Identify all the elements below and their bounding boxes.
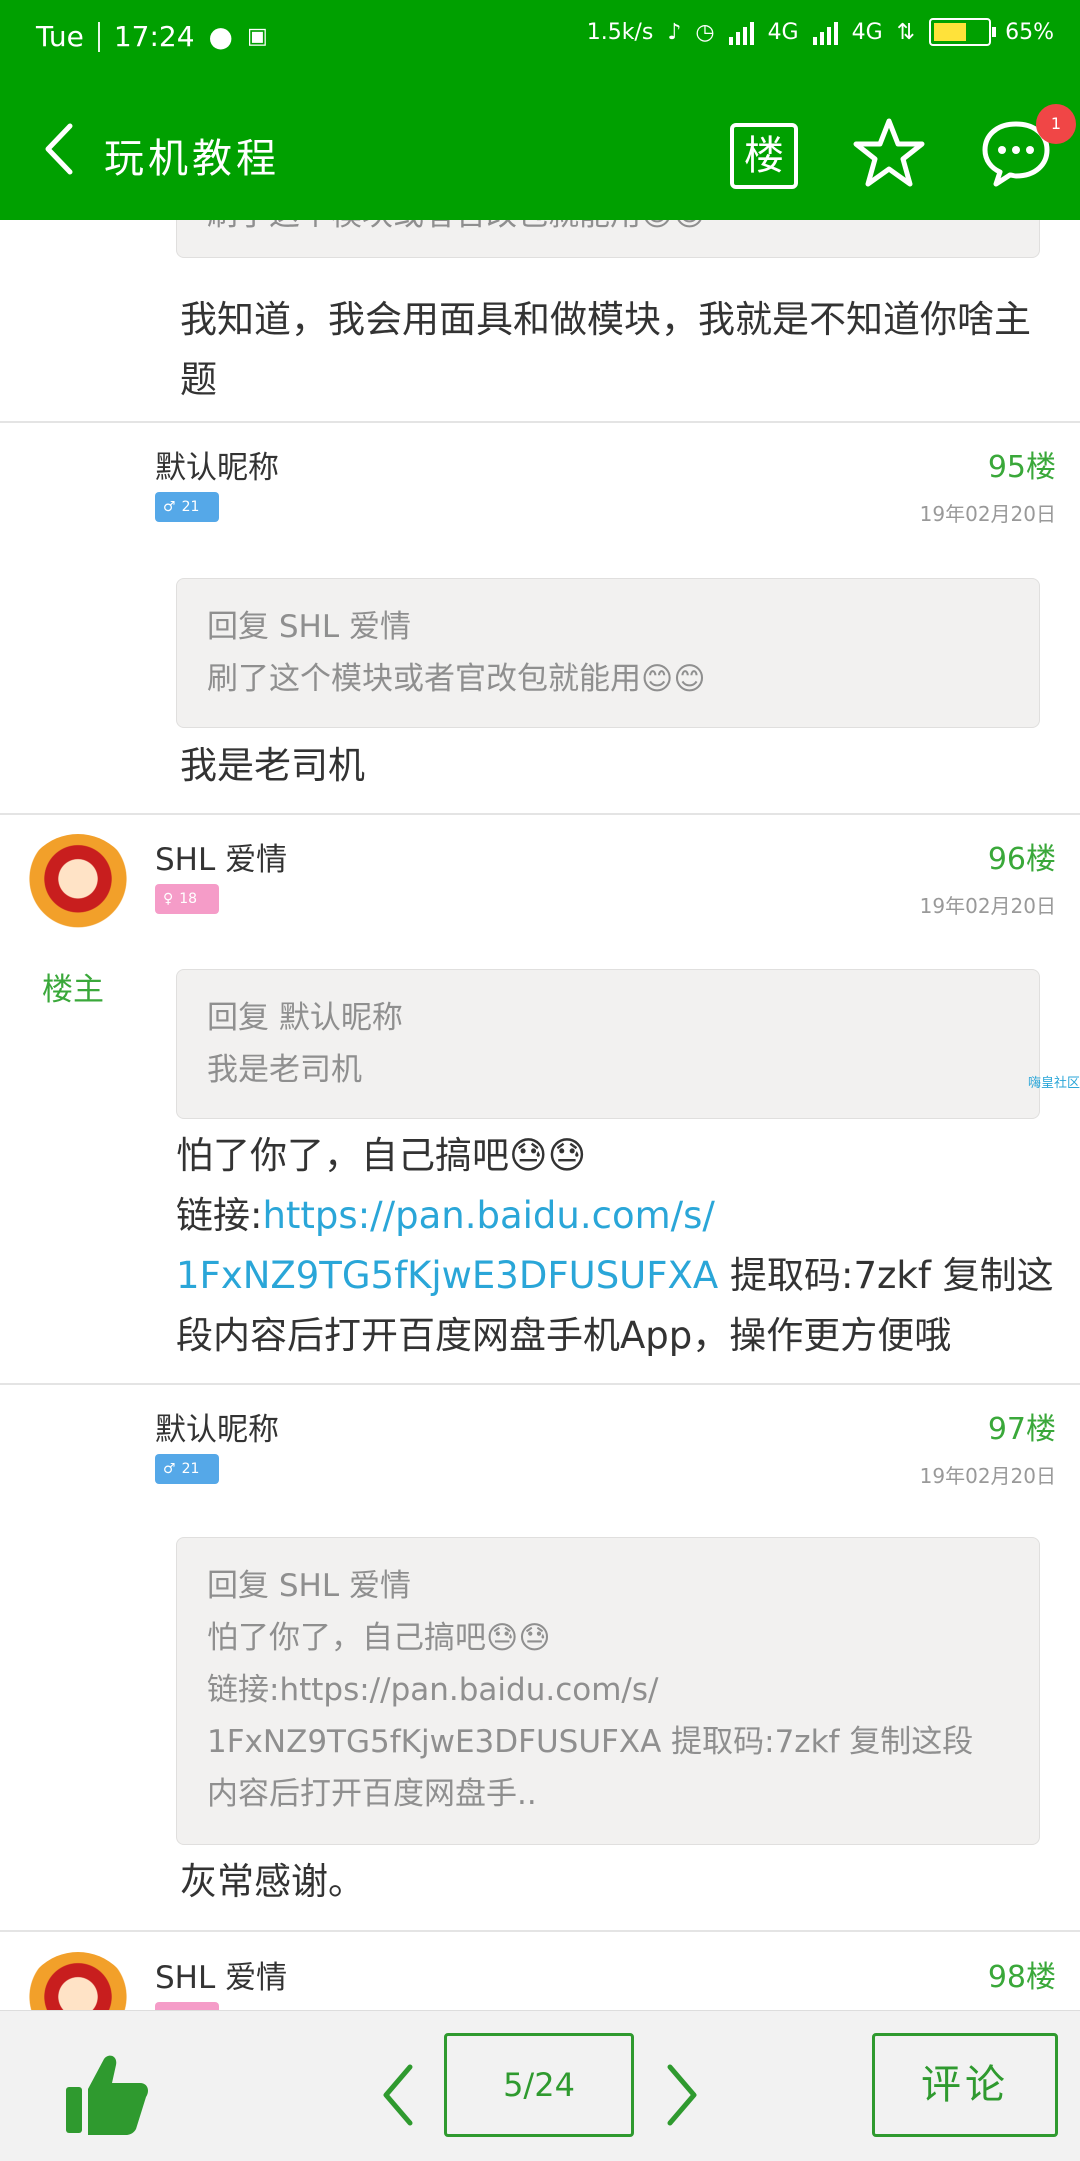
reply-text: 灰常感谢。 bbox=[180, 1860, 365, 1903]
status-day: Tue bbox=[36, 20, 84, 53]
page-title: 玩机教程 bbox=[104, 136, 280, 182]
status-time: 17:24 bbox=[113, 20, 195, 53]
floor-number: 96楼 bbox=[987, 842, 1056, 877]
quote-line: 怕了你了，自己搞吧😓😓 bbox=[207, 1620, 551, 1656]
username[interactable]: 默认昵称 bbox=[155, 442, 279, 487]
quote-line: 回复 默认昵称 bbox=[207, 1000, 403, 1036]
signal-icon-2 bbox=[812, 19, 838, 45]
post-date: 19年02月20日 bbox=[919, 502, 1056, 526]
notification-bubble-icon: ● bbox=[208, 20, 233, 53]
quote-box: 回复 SHL 爱情 怕了你了，自己搞吧😓😓 链接:https://pan.bai… bbox=[176, 1537, 1040, 1845]
status-bar: Tue 17:24 ● ▣ 1.5k/s ♪ ◷ 4G 4G ⇅ 65% bbox=[0, 0, 1080, 76]
floor-number: 95楼 bbox=[987, 450, 1056, 485]
age: 18 bbox=[179, 891, 198, 907]
floor-number: 97楼 bbox=[987, 1412, 1056, 1447]
floor-number: 98楼 bbox=[987, 1960, 1056, 1995]
floor-jump-button[interactable]: 楼 bbox=[730, 123, 798, 189]
reply-line: 怕了你了，自己搞吧😓😓 bbox=[176, 1134, 587, 1177]
side-tag[interactable]: 嗨皇社区 bbox=[1028, 1072, 1080, 1091]
baidu-link-cont[interactable]: 1FxNZ9TG5fKjwE3DFUSUFXA bbox=[176, 1254, 718, 1297]
post-divider bbox=[0, 1930, 1080, 1932]
username[interactable]: SHL 爱情 bbox=[155, 834, 287, 879]
favorite-button[interactable] bbox=[852, 116, 926, 190]
page-indicator[interactable]: 5/24 bbox=[444, 2033, 634, 2137]
username[interactable]: 默认昵称 bbox=[155, 1404, 279, 1449]
baidu-link[interactable]: https://pan.baidu.com/s/ bbox=[262, 1194, 714, 1237]
next-page-button[interactable] bbox=[662, 2063, 702, 2127]
music-icon: ♪ bbox=[667, 19, 682, 45]
username[interactable]: SHL 爱情 bbox=[155, 1952, 287, 1997]
reply-line: 1FxNZ9TG5fKjwE3DFUSUFXA 提取码:7zkf 复制这段内容后… bbox=[176, 1246, 1056, 1366]
quote-box: 回复 默认昵称 我是老司机 bbox=[176, 969, 1040, 1119]
comment-button[interactable]: 评论 bbox=[872, 2033, 1058, 2137]
male-icon: ♂ bbox=[163, 499, 176, 515]
net-speed: 1.5k/s bbox=[586, 19, 654, 45]
status-left: Tue 17:24 ● ▣ bbox=[36, 20, 268, 53]
bottom-toolbar: 5/24 评论 bbox=[0, 2010, 1080, 2161]
reply-text: 我是老司机 bbox=[180, 744, 365, 787]
status-separator bbox=[97, 21, 100, 52]
avatar[interactable] bbox=[22, 1952, 134, 2010]
reply-line: 链接:https://pan.baidu.com/s/ bbox=[176, 1186, 1056, 1246]
quote-line: 刷了这个模块或者官改包就能用😊😊 bbox=[207, 661, 706, 697]
age: 21 bbox=[181, 1461, 200, 1477]
quote-line: 回复 SHL 爱情 bbox=[207, 609, 411, 645]
battery-fill bbox=[934, 23, 966, 41]
back-button[interactable] bbox=[40, 122, 80, 176]
reply-text: 我知道，我会用面具和做模块，我就是不知道你啥主题 bbox=[180, 298, 1031, 401]
thumbs-up-icon bbox=[66, 2055, 148, 2135]
quote-line: 链接:https://pan.baidu.com/s/ bbox=[207, 1672, 659, 1708]
sim1-network: 4G bbox=[767, 19, 799, 45]
quote-line: 刷了这个模块或者官改包就能用😊😊 bbox=[207, 220, 1009, 241]
back-arrow-icon bbox=[45, 123, 73, 175]
host-label: 楼主 bbox=[42, 972, 104, 1008]
link-prefix: 链接: bbox=[176, 1194, 263, 1237]
post-divider bbox=[0, 1383, 1080, 1385]
quote-line: 内容后打开百度网盘手.. bbox=[207, 1776, 537, 1812]
like-button[interactable] bbox=[64, 2051, 150, 2137]
chevron-left-icon bbox=[383, 2064, 413, 2126]
post-list[interactable]: 刷了这个模块或者官改包就能用😊😊 我知道，我会用面具和做模块，我就是不知道你啥主… bbox=[0, 220, 1080, 2010]
sim2-network: 4G bbox=[851, 19, 883, 45]
avatar[interactable] bbox=[22, 834, 134, 946]
chevron-right-icon bbox=[667, 2064, 697, 2126]
reply-text: 怕了你了，自己搞吧😓😓 链接:https://pan.baidu.com/s/ … bbox=[176, 1126, 1056, 1366]
status-right: 1.5k/s ♪ ◷ 4G 4G ⇅ 65% bbox=[587, 18, 1054, 46]
post-date: 19年02月20日 bbox=[919, 1464, 1056, 1488]
age: 21 bbox=[181, 499, 200, 515]
notification-app-icon: ▣ bbox=[246, 24, 268, 49]
post-divider bbox=[0, 421, 1080, 423]
app-bar: 玩机教程 楼 1 bbox=[0, 76, 1080, 220]
prev-page-button[interactable] bbox=[378, 2063, 418, 2127]
male-icon: ♂ bbox=[163, 1461, 176, 1477]
female-icon: ♀ bbox=[163, 891, 174, 907]
data-arrows-icon: ⇅ bbox=[896, 19, 916, 45]
quote-box: 刷了这个模块或者官改包就能用😊😊 bbox=[176, 220, 1040, 258]
gender-age-badge bbox=[155, 2002, 219, 2010]
quote-line: 回复 SHL 爱情 bbox=[207, 1568, 411, 1604]
signal-icon bbox=[728, 19, 754, 45]
alarm-icon: ◷ bbox=[695, 19, 715, 45]
post-date: 19年02月20日 bbox=[919, 894, 1056, 918]
gender-age-badge: ♀ 18 bbox=[155, 884, 219, 914]
quote-line: 1FxNZ9TG5fKjwE3DFUSUFXA 提取码:7zkf 复制这段 bbox=[207, 1724, 974, 1760]
gender-age-badge: ♂ 21 bbox=[155, 1454, 219, 1484]
message-badge: 1 bbox=[1036, 104, 1076, 144]
quote-box: 回复 SHL 爱情 刷了这个模块或者官改包就能用😊😊 bbox=[176, 578, 1040, 728]
post-divider bbox=[0, 813, 1080, 815]
star-icon bbox=[853, 118, 925, 187]
battery-percent: 65% bbox=[1005, 19, 1054, 45]
quote-line: 我是老司机 bbox=[207, 1052, 362, 1088]
gender-age-badge: ♂ 21 bbox=[155, 492, 219, 522]
battery-icon bbox=[929, 18, 997, 46]
